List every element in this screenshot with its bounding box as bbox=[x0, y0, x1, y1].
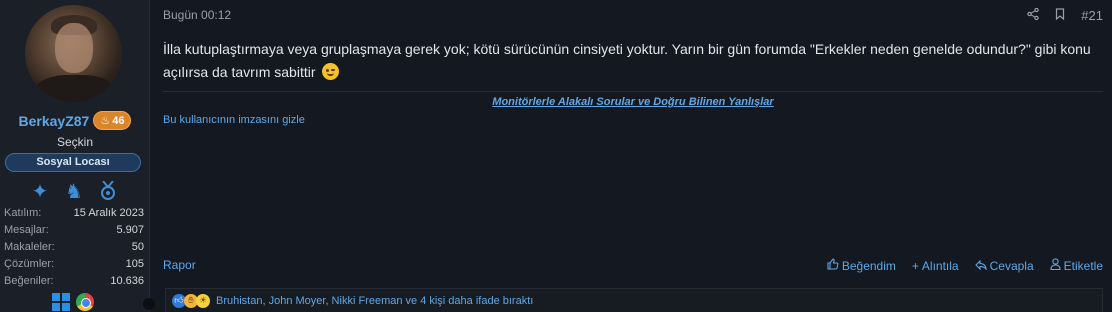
reply-label: Cevapla bbox=[989, 258, 1034, 273]
stat-row: Makaleler: 50 bbox=[4, 239, 144, 256]
user-panel: BerkayZ87 ♨ 46 Seçkin Sosyal Locası ✦ ♞ … bbox=[0, 0, 150, 312]
signature-link[interactable]: Monitörlerle Alakalı Sorular ve Doğru Bi… bbox=[163, 96, 1103, 108]
score-value: 46 bbox=[112, 114, 125, 127]
stat-value: 10.636 bbox=[110, 275, 144, 287]
signature-divider bbox=[163, 91, 1103, 92]
stat-label: Katılım: bbox=[4, 207, 42, 219]
post-body: İlla kutuplaştırmaya veya gruplaşmaya ge… bbox=[163, 38, 1103, 84]
windows-icon bbox=[52, 293, 70, 311]
like-label: Beğendim bbox=[841, 258, 896, 273]
group-badge[interactable]: Sosyal Locası bbox=[5, 153, 141, 172]
quote-label: Alıntıla bbox=[921, 258, 959, 273]
post-number[interactable]: #21 bbox=[1081, 8, 1103, 23]
flame-icon: ♨ bbox=[100, 115, 111, 127]
stat-row: Çözümler: 105 bbox=[4, 256, 144, 273]
trophy-list: ✦ ♞ bbox=[28, 179, 120, 203]
wink-emoji-icon bbox=[322, 63, 340, 80]
stat-label: Beğeniler: bbox=[4, 275, 54, 287]
username[interactable]: BerkayZ87 bbox=[19, 113, 90, 129]
bookmark-icon[interactable] bbox=[1055, 8, 1065, 23]
reaction-icons: 👍︎ ✋︎ ☀︎ bbox=[172, 293, 210, 308]
quote-button[interactable]: + Alıntıla bbox=[912, 258, 959, 273]
system-icons bbox=[52, 293, 94, 311]
stat-row: Beğeniler: 10.636 bbox=[4, 273, 144, 290]
like-button[interactable]: Beğendim bbox=[827, 258, 896, 273]
hide-signature-link[interactable]: Bu kullanıcının imzasını gizle bbox=[163, 114, 305, 126]
knight-trophy-icon[interactable]: ♞ bbox=[62, 179, 86, 203]
post-actions: #21 bbox=[1027, 7, 1103, 23]
post-date[interactable]: Bugün 00:12 bbox=[163, 8, 231, 22]
stat-value: 15 Aralık 2023 bbox=[73, 207, 144, 219]
star-trophy-icon[interactable]: ✦ bbox=[28, 179, 52, 203]
stat-row: Mesajlar: 5.907 bbox=[4, 222, 144, 239]
reactions-summary[interactable]: Bruhistan, John Moyer, Nikki Freeman ve … bbox=[216, 295, 533, 307]
panel-notch bbox=[143, 298, 155, 310]
post-header: Bugün 00:12 #21 bbox=[163, 7, 1103, 24]
reply-button[interactable]: Cevapla bbox=[974, 258, 1034, 273]
stat-value: 50 bbox=[131, 241, 144, 253]
tag-label: Etiketle bbox=[1063, 258, 1103, 273]
avatar-coat bbox=[35, 75, 115, 102]
share-icon[interactable] bbox=[1027, 7, 1039, 23]
user-icon bbox=[1050, 258, 1061, 273]
medal-trophy-icon[interactable] bbox=[96, 179, 120, 203]
stat-label: Çözümler: bbox=[4, 258, 55, 270]
stat-label: Makaleler: bbox=[4, 241, 55, 253]
stat-value: 5.907 bbox=[116, 224, 144, 236]
reactions-bar[interactable]: 👍︎ ✋︎ ☀︎ Bruhistan, John Moyer, Nikki Fr… bbox=[165, 288, 1103, 312]
post-text: İlla kutuplaştırmaya veya gruplaşmaya ge… bbox=[163, 41, 1091, 80]
reply-arrow-icon bbox=[974, 259, 987, 273]
sun-reaction-icon: ☀︎ bbox=[196, 293, 210, 308]
thumbs-up-icon bbox=[827, 258, 839, 273]
footer-actions: Beğendim + Alıntıla Cevapla Etiketle bbox=[827, 258, 1103, 273]
stat-value: 105 bbox=[125, 258, 144, 270]
score-badge[interactable]: ♨ 46 bbox=[93, 111, 132, 130]
post-footer: Rapor Beğendim + Alıntıla Cevapla Etiket… bbox=[163, 258, 1103, 274]
report-link[interactable]: Rapor bbox=[163, 258, 196, 272]
username-row: BerkayZ87 ♨ 46 bbox=[0, 111, 150, 130]
user-stats: Katılım: 15 Aralık 2023 Mesajlar: 5.907 Ma… bbox=[4, 205, 144, 290]
stat-label: Mesajlar: bbox=[4, 224, 49, 236]
avatar-face bbox=[55, 23, 93, 73]
tag-button[interactable]: Etiketle bbox=[1050, 258, 1103, 273]
stat-row: Katılım: 15 Aralık 2023 bbox=[4, 205, 144, 222]
user-rank: Seçkin bbox=[56, 135, 94, 149]
plus-icon: + bbox=[911, 258, 919, 273]
chrome-icon bbox=[76, 293, 94, 311]
avatar[interactable] bbox=[25, 5, 122, 102]
